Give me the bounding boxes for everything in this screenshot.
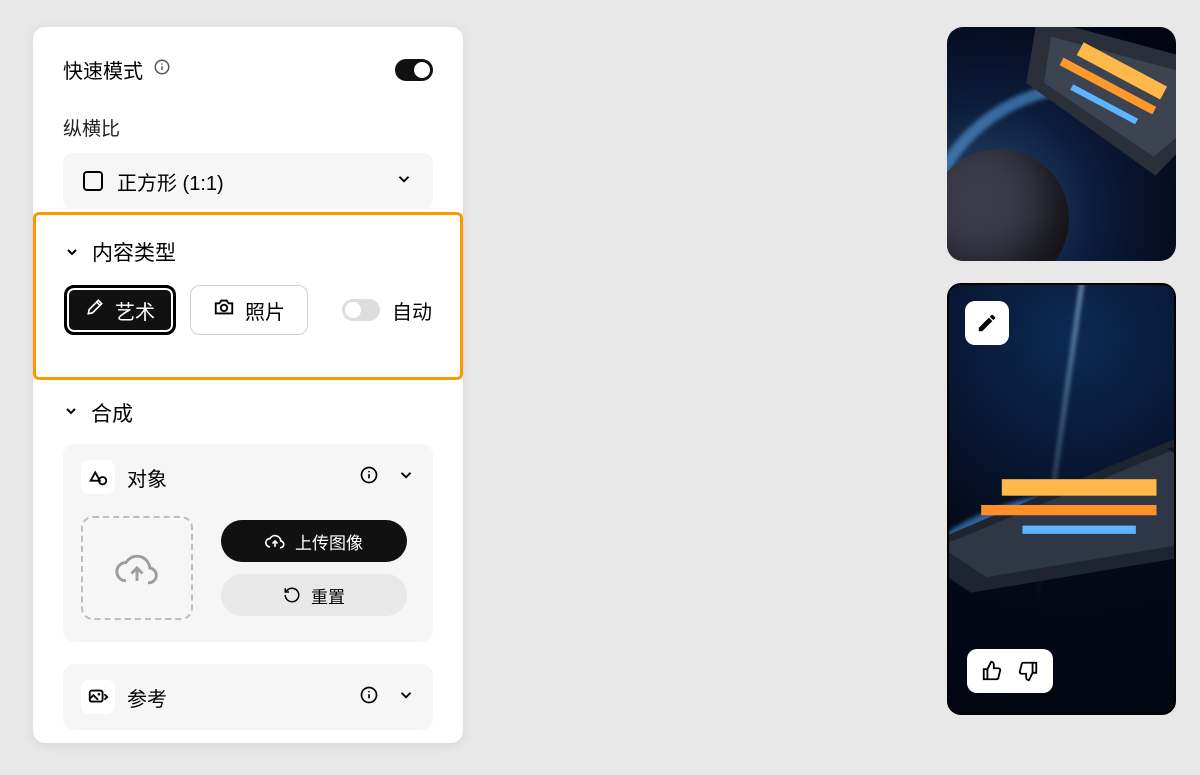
content-type-section: 内容类型 艺术 照片 自动 <box>33 212 463 380</box>
photo-label: 照片 <box>245 296 285 325</box>
object-buttons: 上传图像 重置 <box>221 520 407 616</box>
upload-dropzone[interactable] <box>81 516 193 620</box>
generated-image-1[interactable] <box>947 27 1176 261</box>
edit-image-button[interactable] <box>965 301 1009 345</box>
content-type-title: 内容类型 <box>92 237 176 267</box>
spaceship-decor <box>947 407 1176 593</box>
quick-mode-label: 快速模式 <box>63 55 143 84</box>
chevron-down-icon[interactable] <box>397 686 415 709</box>
content-type-header[interactable]: 内容类型 <box>64 237 432 267</box>
info-icon[interactable] <box>359 465 379 490</box>
content-type-art-button[interactable]: 艺术 <box>64 285 176 335</box>
upload-image-button[interactable]: 上传图像 <box>221 520 407 562</box>
object-card: 对象 上传图像 重置 <box>63 444 433 642</box>
auto-wrap: 自动 <box>342 296 432 325</box>
upload-label: 上传图像 <box>295 529 363 554</box>
chevron-down-icon <box>63 403 79 424</box>
image-ref-icon <box>81 680 115 714</box>
chevron-down-icon <box>395 170 413 193</box>
auto-toggle[interactable] <box>342 299 380 321</box>
square-icon <box>83 171 103 191</box>
brush-icon <box>85 297 105 323</box>
composition-header[interactable]: 合成 <box>63 398 433 428</box>
object-header: 对象 <box>81 460 415 494</box>
auto-label: 自动 <box>392 296 432 325</box>
reference-card: 参考 <box>63 664 433 730</box>
rate-image-chip <box>967 649 1053 693</box>
composition-section: 合成 对象 上传图像 <box>63 398 433 730</box>
object-title: 对象 <box>127 463 167 492</box>
composition-title: 合成 <box>91 398 133 428</box>
info-icon[interactable] <box>359 685 379 710</box>
content-type-photo-button[interactable]: 照片 <box>190 285 308 335</box>
reset-label: 重置 <box>311 583 345 608</box>
reference-header: 参考 <box>81 680 415 714</box>
object-body: 上传图像 重置 <box>81 516 415 626</box>
chevron-down-icon <box>64 244 80 260</box>
aspect-ratio-selector[interactable]: 正方形 (1:1) <box>63 153 433 209</box>
quick-mode-left: 快速模式 <box>63 55 171 84</box>
chevron-down-icon[interactable] <box>397 466 415 489</box>
thumbs-up-button[interactable] <box>979 658 1005 684</box>
shapes-icon <box>81 460 115 494</box>
aspect-ratio-label: 纵横比 <box>63 114 433 141</box>
quick-mode-toggle[interactable] <box>395 59 433 81</box>
camera-icon <box>213 296 235 324</box>
info-icon[interactable] <box>153 58 171 81</box>
reset-button[interactable]: 重置 <box>221 574 407 616</box>
aspect-ratio-value: 正方形 (1:1) <box>117 167 224 196</box>
art-label: 艺术 <box>115 296 155 325</box>
thumbs-down-button[interactable] <box>1015 658 1041 684</box>
generated-image-2[interactable] <box>947 283 1176 715</box>
reference-title: 参考 <box>127 683 167 712</box>
quick-mode-row: 快速模式 <box>63 55 433 84</box>
content-type-buttons: 艺术 照片 自动 <box>64 285 432 335</box>
